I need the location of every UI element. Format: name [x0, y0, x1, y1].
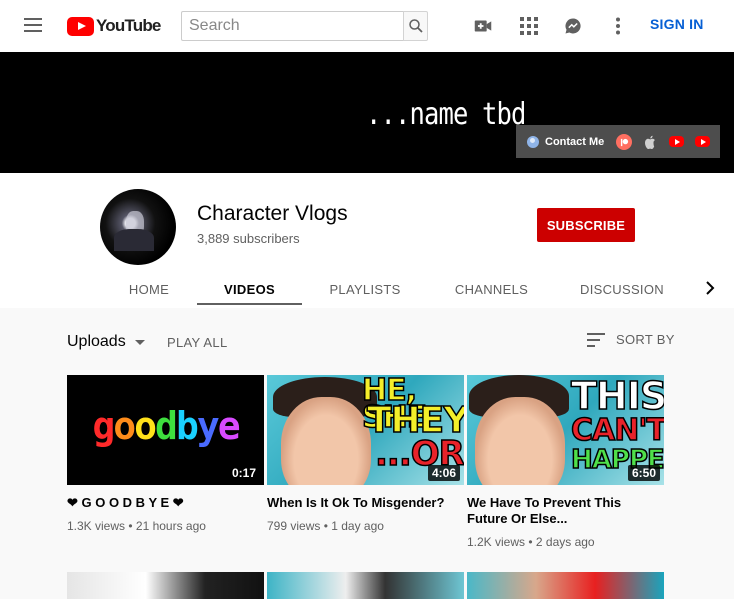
tab-discussion[interactable]: DISCUSSION: [572, 270, 672, 308]
video-duration: 4:06: [427, 465, 460, 481]
sign-in-button[interactable]: SIGN IN: [650, 16, 704, 36]
video-duration: 0:17: [227, 465, 260, 481]
hamburger-menu-icon[interactable]: [24, 18, 42, 32]
tab-channels[interactable]: CHANNELS: [445, 270, 538, 308]
sort-by-button[interactable]: SORT BY: [587, 332, 675, 347]
video-title[interactable]: We Have To Prevent This Future Or Else..…: [467, 495, 664, 527]
sort-icon: [587, 332, 605, 347]
youtube-link-icon-2[interactable]: [695, 136, 710, 147]
channel-avatar[interactable]: [100, 189, 176, 265]
banner-links: Contact Me: [516, 125, 720, 158]
video-thumbnail-partial[interactable]: [67, 572, 264, 599]
sort-by-label: SORT BY: [616, 332, 675, 347]
channel-banner: ...name tbd Contact Me: [0, 52, 734, 173]
video-duration: 6:50: [627, 465, 660, 481]
uploads-label: Uploads: [67, 333, 126, 350]
youtube-logo[interactable]: YouTube: [67, 15, 161, 37]
thumbnail-face: [475, 397, 565, 485]
uploads-dropdown[interactable]: Uploads: [67, 333, 145, 351]
apple-icon[interactable]: [642, 134, 658, 150]
patreon-icon[interactable]: [616, 134, 632, 150]
youtube-link-icon[interactable]: [669, 136, 684, 147]
search-input[interactable]: [181, 11, 403, 41]
globe-icon: [527, 135, 539, 148]
video-meta: 799 views • 1 day ago: [267, 519, 384, 533]
caret-down-icon: [134, 339, 145, 345]
search-bar: [181, 11, 428, 41]
video-thumbnail[interactable]: THIS CAN'T HAPPEN 6:50: [467, 375, 664, 485]
banner-title: ...name tbd: [366, 97, 526, 132]
channel-tabs: HOME VIDEOS PLAYLISTS CHANNELS DISCUSSIO…: [0, 270, 734, 308]
apps-grid-icon[interactable]: [517, 14, 541, 38]
subscriber-count: 3,889 subscribers: [197, 231, 300, 246]
contact-me-link[interactable]: Contact Me: [527, 135, 605, 148]
video-thumbnail-partial[interactable]: [267, 572, 464, 599]
tab-home[interactable]: HOME: [114, 270, 184, 308]
video-card: HE, SHE THEY ...OR? 4:06 When Is It Ok T…: [267, 375, 464, 533]
video-thumbnail-partial[interactable]: [467, 572, 664, 599]
youtube-play-icon: [67, 16, 94, 36]
video-meta: 1.2K views • 2 days ago: [467, 535, 595, 549]
logo-text: YouTube: [96, 16, 161, 35]
messages-icon[interactable]: [561, 14, 585, 38]
chevron-right-icon[interactable]: [700, 278, 720, 298]
thumbnail-text-line: THIS: [570, 375, 664, 418]
settings-more-icon[interactable]: [606, 14, 630, 38]
masthead: YouTube SIGN IN: [0, 0, 734, 52]
video-title[interactable]: ❤ G O O D B Y E ❤: [67, 495, 264, 511]
video-thumbnail[interactable]: goodbye 0:17: [67, 375, 264, 485]
subscribe-button[interactable]: SUBSCRIBE: [537, 208, 635, 242]
video-card: goodbye 0:17 ❤ G O O D B Y E ❤ 1.3K view…: [67, 375, 264, 533]
video-meta: 1.3K views • 21 hours ago: [67, 519, 206, 533]
video-title[interactable]: When Is It Ok To Misgender?: [267, 495, 464, 511]
play-all-button[interactable]: PLAY ALL: [167, 335, 227, 350]
thumbnail-text-line: CAN'T: [570, 413, 664, 448]
channel-header: Character Vlogs 3,889 subscribers SUBSCR…: [0, 173, 734, 308]
thumbnail-text: goodbye: [92, 404, 240, 448]
tab-videos[interactable]: VIDEOS: [197, 270, 302, 308]
thumbnail-face: [281, 397, 371, 485]
contact-me-label: Contact Me: [545, 135, 605, 148]
channel-title: Character Vlogs: [197, 202, 348, 225]
search-button[interactable]: [403, 11, 428, 41]
video-thumbnail[interactable]: HE, SHE THEY ...OR? 4:06: [267, 375, 464, 485]
video-card: THIS CAN'T HAPPEN 6:50 We Have To Preven…: [467, 375, 664, 549]
thumbnail-text-line: THEY: [366, 400, 464, 441]
create-video-icon[interactable]: [471, 14, 495, 38]
tab-playlists[interactable]: PLAYLISTS: [318, 270, 412, 308]
search-icon: [408, 19, 423, 33]
